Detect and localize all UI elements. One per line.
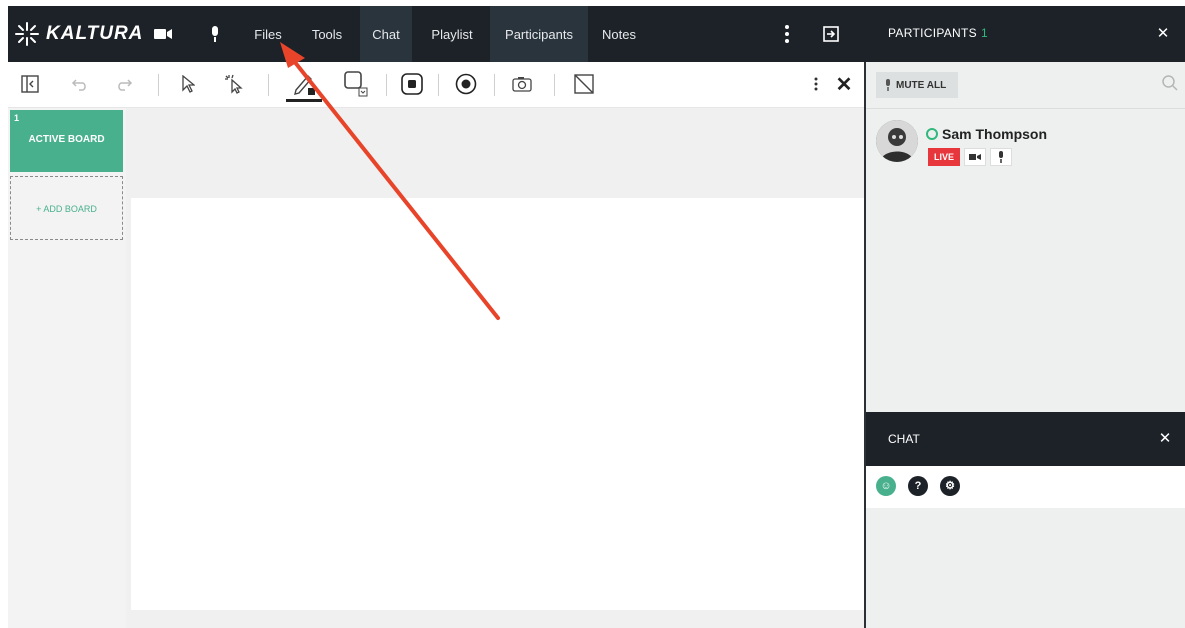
- select-pointer-icon[interactable]: [174, 70, 202, 98]
- brand-name: KALTURA: [46, 23, 144, 44]
- toolbar-more-icon[interactable]: [802, 70, 830, 98]
- board-list: 1 ACTIVE BOARD + ADD BOARD: [8, 108, 126, 628]
- microphone-icon: [886, 79, 890, 91]
- toolbar-divider: [386, 74, 387, 96]
- participant-name-row: Sam Thompson: [926, 126, 1047, 142]
- nav-notes[interactable]: Notes: [592, 6, 646, 62]
- nav-chat-label: Chat: [372, 26, 400, 42]
- chat-actions-bar: ☺ ? ⚙: [864, 466, 1185, 508]
- whiteboard-canvas[interactable]: [131, 198, 864, 610]
- nav-tools[interactable]: Tools: [302, 6, 352, 62]
- participant-microphone-icon[interactable]: [990, 148, 1012, 166]
- nav-notes-label: Notes: [602, 26, 636, 42]
- participants-panel: MUTE ALL Sam Thompson LIVE: [864, 62, 1185, 412]
- active-board-label: ACTIVE BOARD: [28, 134, 105, 145]
- toolbar-divider: [554, 74, 555, 96]
- avatar: [876, 120, 918, 162]
- nav-playlist[interactable]: Playlist: [420, 6, 484, 62]
- toolbar-divider: [268, 74, 269, 96]
- chat-header: CHAT ✕: [864, 412, 1185, 466]
- top-nav-bar: KALTURA Files Tools Chat Playlist Partic…: [8, 6, 864, 62]
- camera-snapshot-icon[interactable]: [508, 70, 536, 98]
- add-board-button[interactable]: + ADD BOARD: [10, 176, 123, 240]
- mute-all-label: MUTE ALL: [896, 79, 947, 91]
- nav-files[interactable]: Files: [244, 6, 292, 62]
- nav-participants[interactable]: Participants: [490, 6, 588, 62]
- settings-icon[interactable]: ⚙: [940, 476, 960, 496]
- kaltura-burst-icon: [15, 22, 39, 46]
- toolbar-divider: [438, 74, 439, 96]
- nav-tools-label: Tools: [311, 26, 343, 42]
- redo-icon[interactable]: [110, 70, 138, 98]
- participants-count: 1: [980, 26, 988, 40]
- close-icon[interactable]: ✕: [1154, 25, 1172, 43]
- active-board-tile[interactable]: 1 ACTIVE BOARD: [10, 110, 123, 172]
- shape-icon[interactable]: [342, 70, 370, 98]
- toolbar-divider: [494, 74, 495, 96]
- app-window: KALTURA Files Tools Chat Playlist Partic…: [8, 6, 1185, 628]
- chat-title: CHAT: [888, 432, 920, 446]
- search-icon[interactable]: [1161, 74, 1179, 92]
- toolbar-close-icon[interactable]: ✕: [830, 70, 858, 98]
- participant-camera-icon[interactable]: [964, 148, 986, 166]
- microphone-icon[interactable]: [204, 23, 226, 45]
- exit-icon[interactable]: [820, 23, 842, 45]
- canvas-area: [126, 108, 864, 628]
- emoji-icon[interactable]: ☺: [876, 476, 896, 496]
- nav-chat[interactable]: Chat: [360, 6, 412, 62]
- record-icon[interactable]: [452, 70, 480, 98]
- kaltura-logo: KALTURA: [14, 20, 143, 48]
- laser-pointer-icon[interactable]: [220, 70, 248, 98]
- chat-messages-area: [864, 508, 1185, 628]
- board-number: 1: [14, 113, 20, 123]
- participants-title-text: PARTICIPANTS: [888, 26, 977, 40]
- nav-playlist-label: Playlist: [431, 26, 473, 42]
- nav-files-label: Files: [254, 26, 282, 42]
- whiteboard-toolbar: ✕: [8, 62, 864, 108]
- help-icon[interactable]: ?: [908, 476, 928, 496]
- toolbar-divider: [158, 74, 159, 96]
- panel-divider: [866, 108, 1185, 109]
- pen-icon[interactable]: [286, 66, 322, 102]
- nav-participants-label: Participants: [505, 26, 573, 42]
- mute-all-button[interactable]: MUTE ALL: [876, 72, 958, 98]
- online-status-icon: [926, 128, 938, 140]
- live-badge: LIVE: [928, 148, 960, 166]
- collapse-icon[interactable]: [16, 70, 44, 98]
- camera-icon[interactable]: [152, 23, 174, 45]
- clear-icon[interactable]: [570, 70, 598, 98]
- participants-header: PARTICIPANTS 1 ✕: [864, 6, 1185, 62]
- stop-icon[interactable]: [398, 70, 426, 98]
- more-vertical-icon[interactable]: [776, 23, 798, 45]
- chat-close-icon[interactable]: ✕: [1156, 430, 1174, 448]
- undo-icon[interactable]: [66, 70, 94, 98]
- participants-title: PARTICIPANTS 1: [888, 26, 988, 40]
- participant-name: Sam Thompson: [942, 126, 1048, 142]
